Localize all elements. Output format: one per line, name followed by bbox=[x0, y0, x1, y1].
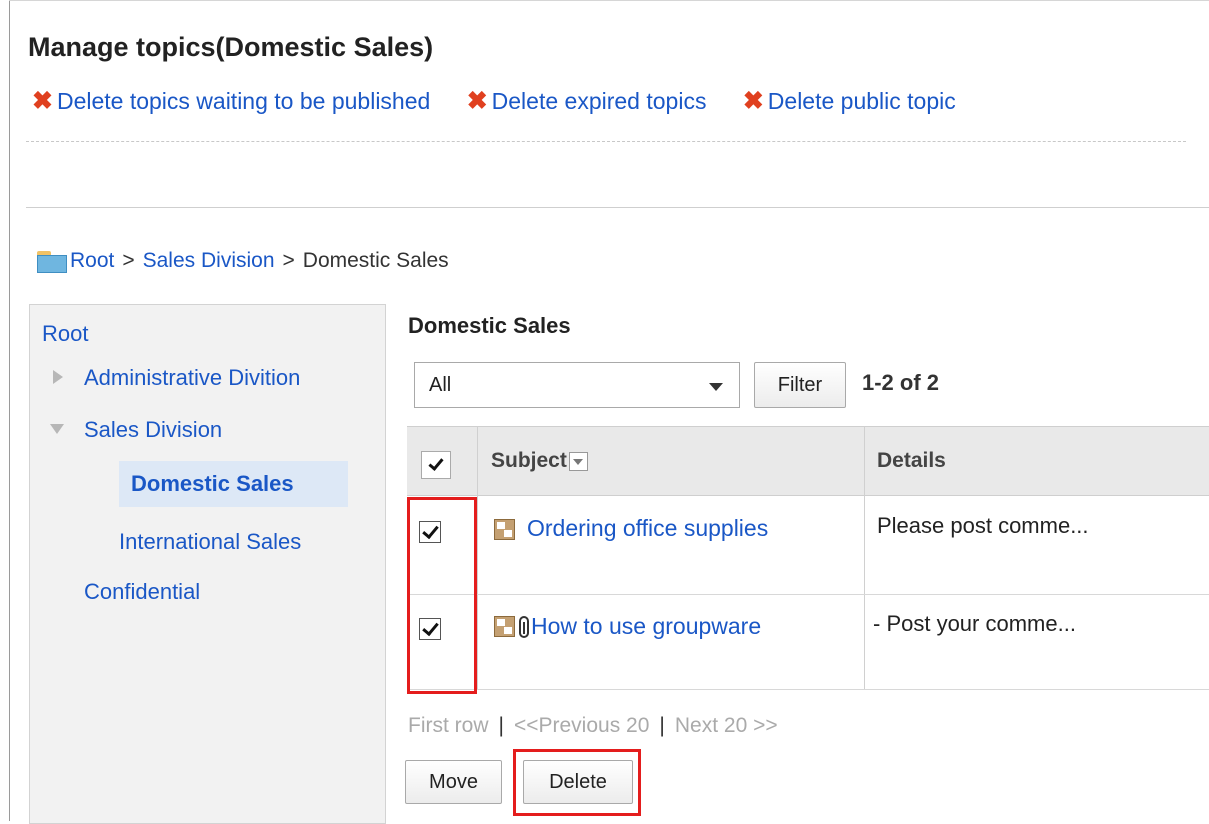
move-button[interactable]: Move bbox=[405, 760, 502, 804]
delete-public-topics-label: Delete public topic bbox=[767, 88, 956, 114]
breadcrumb-separator: > bbox=[122, 249, 135, 272]
breadcrumb-root[interactable]: Root bbox=[70, 249, 114, 273]
breadcrumb-separator: > bbox=[282, 249, 295, 272]
filter-button[interactable]: Filter bbox=[754, 362, 846, 408]
topics-table: Subject Details Ordering office supplies… bbox=[407, 426, 1209, 690]
delete-public-topics-link[interactable]: ✖ Delete public topic bbox=[743, 88, 956, 115]
tree-item-domestic-sales[interactable]: Domestic Sales bbox=[131, 471, 294, 497]
tree-item-confidential[interactable]: Confidential bbox=[84, 579, 200, 605]
delete-button[interactable]: Delete bbox=[523, 760, 633, 804]
pagination: First row | <<Previous 20 | Next 20 >> bbox=[408, 714, 778, 738]
expand-arrow-icon[interactable] bbox=[53, 370, 63, 384]
row-checkbox[interactable] bbox=[419, 618, 441, 640]
row-checkbox[interactable] bbox=[419, 521, 441, 543]
topic-link-ordering-office-supplies[interactable]: Ordering office supplies bbox=[527, 515, 768, 542]
category-heading: Domestic Sales bbox=[408, 313, 571, 338]
column-divider bbox=[864, 426, 865, 690]
column-header-details: Details bbox=[877, 449, 946, 472]
next-page-link[interactable]: Next 20 >> bbox=[675, 714, 778, 737]
delete-x-icon: ✖ bbox=[742, 87, 764, 115]
sort-icon[interactable] bbox=[568, 451, 588, 471]
previous-page-link[interactable]: <<Previous 20 bbox=[514, 714, 649, 737]
topic-link-how-to-use-groupware[interactable]: How to use groupware bbox=[531, 613, 761, 640]
column-header-subject[interactable]: Subject bbox=[491, 449, 588, 473]
filter-select[interactable]: All bbox=[414, 362, 740, 408]
first-row-link[interactable]: First row bbox=[408, 714, 489, 737]
column-divider bbox=[477, 426, 478, 690]
folder-icon bbox=[36, 249, 68, 273]
action-bar: ✖ Delete topics waiting to be published … bbox=[32, 88, 986, 124]
left-border bbox=[9, 0, 10, 821]
topic-icon bbox=[494, 519, 515, 540]
table-header: Subject Details bbox=[407, 426, 1209, 496]
section-divider bbox=[26, 207, 1209, 208]
delete-x-icon: ✖ bbox=[466, 87, 488, 115]
subject-header-label: Subject bbox=[491, 449, 567, 472]
tree-item-international-sales[interactable]: International Sales bbox=[119, 529, 301, 555]
delete-waiting-topics-link[interactable]: ✖ Delete topics waiting to be published bbox=[32, 88, 430, 115]
tree-item-administrative-divition[interactable]: Administrative Divition bbox=[84, 365, 300, 391]
chevron-down-icon bbox=[709, 383, 723, 391]
tree-item-root[interactable]: Root bbox=[42, 321, 88, 347]
breadcrumb-sales-division[interactable]: Sales Division bbox=[143, 249, 275, 273]
top-border bbox=[9, 0, 1209, 1]
dashed-divider bbox=[26, 141, 1186, 142]
result-count: 1-2 of 2 bbox=[862, 370, 940, 395]
select-all-checkbox[interactable] bbox=[421, 451, 451, 479]
breadcrumb: Root > Sales Division > Domestic Sales bbox=[36, 244, 449, 278]
topic-icon bbox=[494, 616, 515, 637]
row-divider bbox=[407, 689, 1209, 690]
row-divider bbox=[407, 594, 1209, 595]
screen: Manage topics(Domestic Sales) ✖ Delete t… bbox=[0, 0, 1209, 824]
category-tree: Root Administrative Divition Sales Divis… bbox=[29, 304, 386, 824]
delete-waiting-topics-label: Delete topics waiting to be published bbox=[56, 88, 431, 114]
delete-expired-topics-link[interactable]: ✖ Delete expired topics bbox=[467, 88, 707, 115]
delete-expired-topics-label: Delete expired topics bbox=[491, 88, 707, 114]
filter-select-value: All bbox=[429, 373, 452, 396]
paperclip-icon bbox=[519, 616, 529, 638]
pager-separator: | bbox=[498, 714, 504, 737]
delete-x-icon: ✖ bbox=[32, 87, 53, 115]
breadcrumb-current: Domestic Sales bbox=[302, 249, 449, 272]
pager-separator: | bbox=[659, 714, 665, 737]
topic-details: Please post comme... bbox=[877, 513, 1089, 538]
topic-details: - Post your comme... bbox=[873, 611, 1076, 636]
page-title: Manage topics(Domestic Sales) bbox=[28, 32, 434, 62]
tree-item-sales-division[interactable]: Sales Division bbox=[84, 417, 222, 443]
collapse-arrow-icon[interactable] bbox=[50, 424, 64, 434]
